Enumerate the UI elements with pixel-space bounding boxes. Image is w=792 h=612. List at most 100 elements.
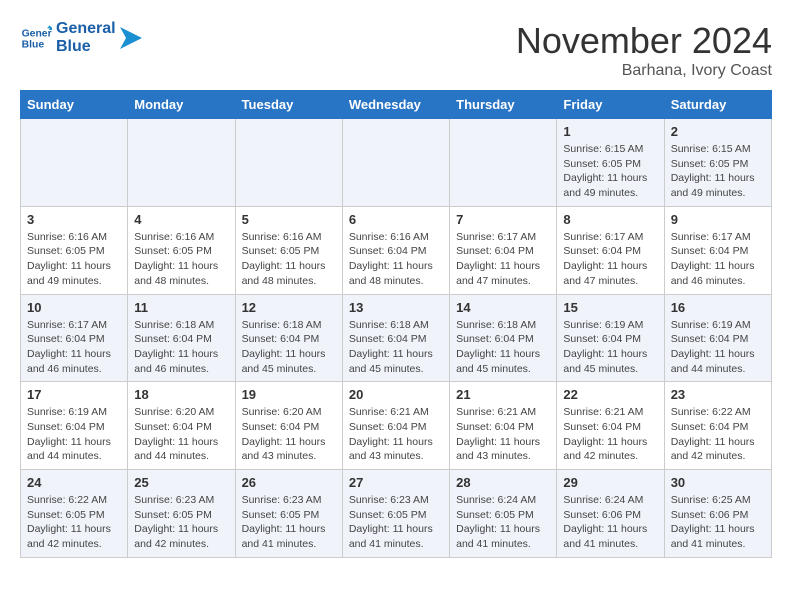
title-block: November 2024 Barhana, Ivory Coast [516,20,772,80]
calendar-cell: 22Sunrise: 6:21 AM Sunset: 6:04 PM Dayli… [557,382,664,470]
calendar-cell: 2 Sunrise: 6:15 AM Sunset: 6:05 PM Daylig… [664,119,771,207]
day-info: Sunrise: 6:21 AM Sunset: 6:04 PM Dayligh… [456,405,550,464]
day-info: Sunrise: 6:23 AM Sunset: 6:05 PM Dayligh… [242,493,336,552]
day-number: 2 [671,124,765,139]
weekday-header: Monday [128,91,235,119]
calendar-cell: 15 Sunrise: 6:19 AM Sunset: 6:04 PM Dayli… [557,294,664,382]
day-info: Sunrise: 6:16 AM Sunset: 6:05 PM Dayligh… [134,230,228,289]
location: Barhana, Ivory Coast [516,62,772,80]
day-info: Sunrise: 6:17 AM Sunset: 6:04 PM Dayligh… [671,230,765,289]
day-number: 19 [242,387,336,402]
day-info: Sunrise: 6:16 AM Sunset: 6:05 PM Dayligh… [27,230,121,289]
weekday-header: Friday [557,91,664,119]
weekday-header: Wednesday [342,91,449,119]
logo-line2: Blue [56,38,116,56]
calendar-cell: 16Sunrise: 6:19 AM Sunset: 6:04 PM Dayli… [664,294,771,382]
day-number: 30 [671,475,765,490]
calendar-cell: 9 Sunrise: 6:17 AM Sunset: 6:04 PM Daylig… [664,206,771,294]
calendar-cell: 23 Sunrise: 6:22 AM Sunset: 6:04 PM Dayli… [664,382,771,470]
day-info: Sunrise: 6:19 AM Sunset: 6:04 PM Dayligh… [671,318,765,377]
day-number: 9 [671,212,765,227]
calendar-cell: 28 Sunrise: 6:24 AM Sunset: 6:05 PM Dayli… [450,470,557,558]
day-info: Sunrise: 6:18 AM Sunset: 6:04 PM Dayligh… [349,318,443,377]
day-info: Sunrise: 6:24 AM Sunset: 6:06 PM Dayligh… [563,493,657,552]
calendar-cell: 13 Sunrise: 6:18 AM Sunset: 6:04 PM Dayli… [342,294,449,382]
day-number: 17 [27,387,121,402]
calendar-header-row: SundayMondayTuesdayWednesdayThursdayFrid… [21,91,772,119]
day-number: 5 [242,212,336,227]
day-number: 18 [134,387,228,402]
day-number: 4 [134,212,228,227]
day-info: Sunrise: 6:20 AM Sunset: 6:04 PM Dayligh… [134,405,228,464]
day-number: 13 [349,300,443,315]
calendar-cell: 29 Sunrise: 6:24 AM Sunset: 6:06 PM Dayli… [557,470,664,558]
day-info: Sunrise: 6:24 AM Sunset: 6:05 PM Dayligh… [456,493,550,552]
calendar-cell: 10Sunrise: 6:17 AM Sunset: 6:04 PM Dayli… [21,294,128,382]
calendar-cell: 17 Sunrise: 6:19 AM Sunset: 6:04 PM Dayli… [21,382,128,470]
day-number: 12 [242,300,336,315]
calendar-cell [128,119,235,207]
calendar-cell: 4 Sunrise: 6:16 AM Sunset: 6:05 PM Daylig… [128,206,235,294]
day-info: Sunrise: 6:16 AM Sunset: 6:04 PM Dayligh… [349,230,443,289]
day-info: Sunrise: 6:18 AM Sunset: 6:04 PM Dayligh… [134,318,228,377]
calendar-cell: 24 Sunrise: 6:22 AM Sunset: 6:05 PM Dayli… [21,470,128,558]
calendar-week-row: 24 Sunrise: 6:22 AM Sunset: 6:05 PM Dayli… [21,470,772,558]
logo-arrow-icon [120,27,142,49]
day-number: 14 [456,300,550,315]
calendar-cell: 8Sunrise: 6:17 AM Sunset: 6:04 PM Daylig… [557,206,664,294]
day-info: Sunrise: 6:23 AM Sunset: 6:05 PM Dayligh… [349,493,443,552]
calendar-cell: 20 Sunrise: 6:21 AM Sunset: 6:04 PM Dayli… [342,382,449,470]
day-info: Sunrise: 6:16 AM Sunset: 6:05 PM Dayligh… [242,230,336,289]
calendar-cell: 14 Sunrise: 6:18 AM Sunset: 6:04 PM Dayli… [450,294,557,382]
calendar-table: SundayMondayTuesdayWednesdayThursdayFrid… [20,90,772,558]
day-number: 20 [349,387,443,402]
calendar-cell: 5 Sunrise: 6:16 AM Sunset: 6:05 PM Daylig… [235,206,342,294]
day-info: Sunrise: 6:22 AM Sunset: 6:05 PM Dayligh… [27,493,121,552]
svg-text:General: General [22,28,52,39]
day-info: Sunrise: 6:20 AM Sunset: 6:04 PM Dayligh… [242,405,336,464]
calendar-cell [235,119,342,207]
calendar-cell: 19 Sunrise: 6:20 AM Sunset: 6:04 PM Dayli… [235,382,342,470]
day-number: 6 [349,212,443,227]
calendar-cell: 27 Sunrise: 6:23 AM Sunset: 6:05 PM Dayli… [342,470,449,558]
day-info: Sunrise: 6:17 AM Sunset: 6:04 PM Dayligh… [27,318,121,377]
day-info: Sunrise: 6:19 AM Sunset: 6:04 PM Dayligh… [27,405,121,464]
calendar-cell [342,119,449,207]
day-number: 28 [456,475,550,490]
logo: General Blue General Blue [20,20,142,55]
calendar-cell [21,119,128,207]
calendar-cell [450,119,557,207]
day-number: 22 [563,387,657,402]
day-info: Sunrise: 6:21 AM Sunset: 6:04 PM Dayligh… [349,405,443,464]
calendar-week-row: 10Sunrise: 6:17 AM Sunset: 6:04 PM Dayli… [21,294,772,382]
calendar-cell: 18 Sunrise: 6:20 AM Sunset: 6:04 PM Dayli… [128,382,235,470]
day-info: Sunrise: 6:22 AM Sunset: 6:04 PM Dayligh… [671,405,765,464]
day-number: 7 [456,212,550,227]
calendar-cell: 7Sunrise: 6:17 AM Sunset: 6:04 PM Daylig… [450,206,557,294]
calendar-cell: 26 Sunrise: 6:23 AM Sunset: 6:05 PM Dayli… [235,470,342,558]
day-number: 27 [349,475,443,490]
svg-text:Blue: Blue [22,39,45,50]
calendar-cell: 11 Sunrise: 6:18 AM Sunset: 6:04 PM Dayli… [128,294,235,382]
day-number: 15 [563,300,657,315]
day-number: 29 [563,475,657,490]
page-header: General Blue General Blue November 2024 … [20,20,772,80]
day-number: 21 [456,387,550,402]
weekday-header: Thursday [450,91,557,119]
day-number: 23 [671,387,765,402]
day-number: 8 [563,212,657,227]
day-info: Sunrise: 6:19 AM Sunset: 6:04 PM Dayligh… [563,318,657,377]
calendar-week-row: 1Sunrise: 6:15 AM Sunset: 6:05 PM Daylig… [21,119,772,207]
day-number: 25 [134,475,228,490]
day-number: 24 [27,475,121,490]
day-number: 26 [242,475,336,490]
logo-line1: General [56,20,116,38]
day-info: Sunrise: 6:15 AM Sunset: 6:05 PM Dayligh… [563,142,657,201]
calendar-cell: 25Sunrise: 6:23 AM Sunset: 6:05 PM Dayli… [128,470,235,558]
calendar-week-row: 17 Sunrise: 6:19 AM Sunset: 6:04 PM Dayli… [21,382,772,470]
day-info: Sunrise: 6:18 AM Sunset: 6:04 PM Dayligh… [456,318,550,377]
calendar-cell: 12Sunrise: 6:18 AM Sunset: 6:04 PM Dayli… [235,294,342,382]
day-number: 11 [134,300,228,315]
calendar-cell: 6 Sunrise: 6:16 AM Sunset: 6:04 PM Daylig… [342,206,449,294]
day-info: Sunrise: 6:15 AM Sunset: 6:05 PM Dayligh… [671,142,765,201]
